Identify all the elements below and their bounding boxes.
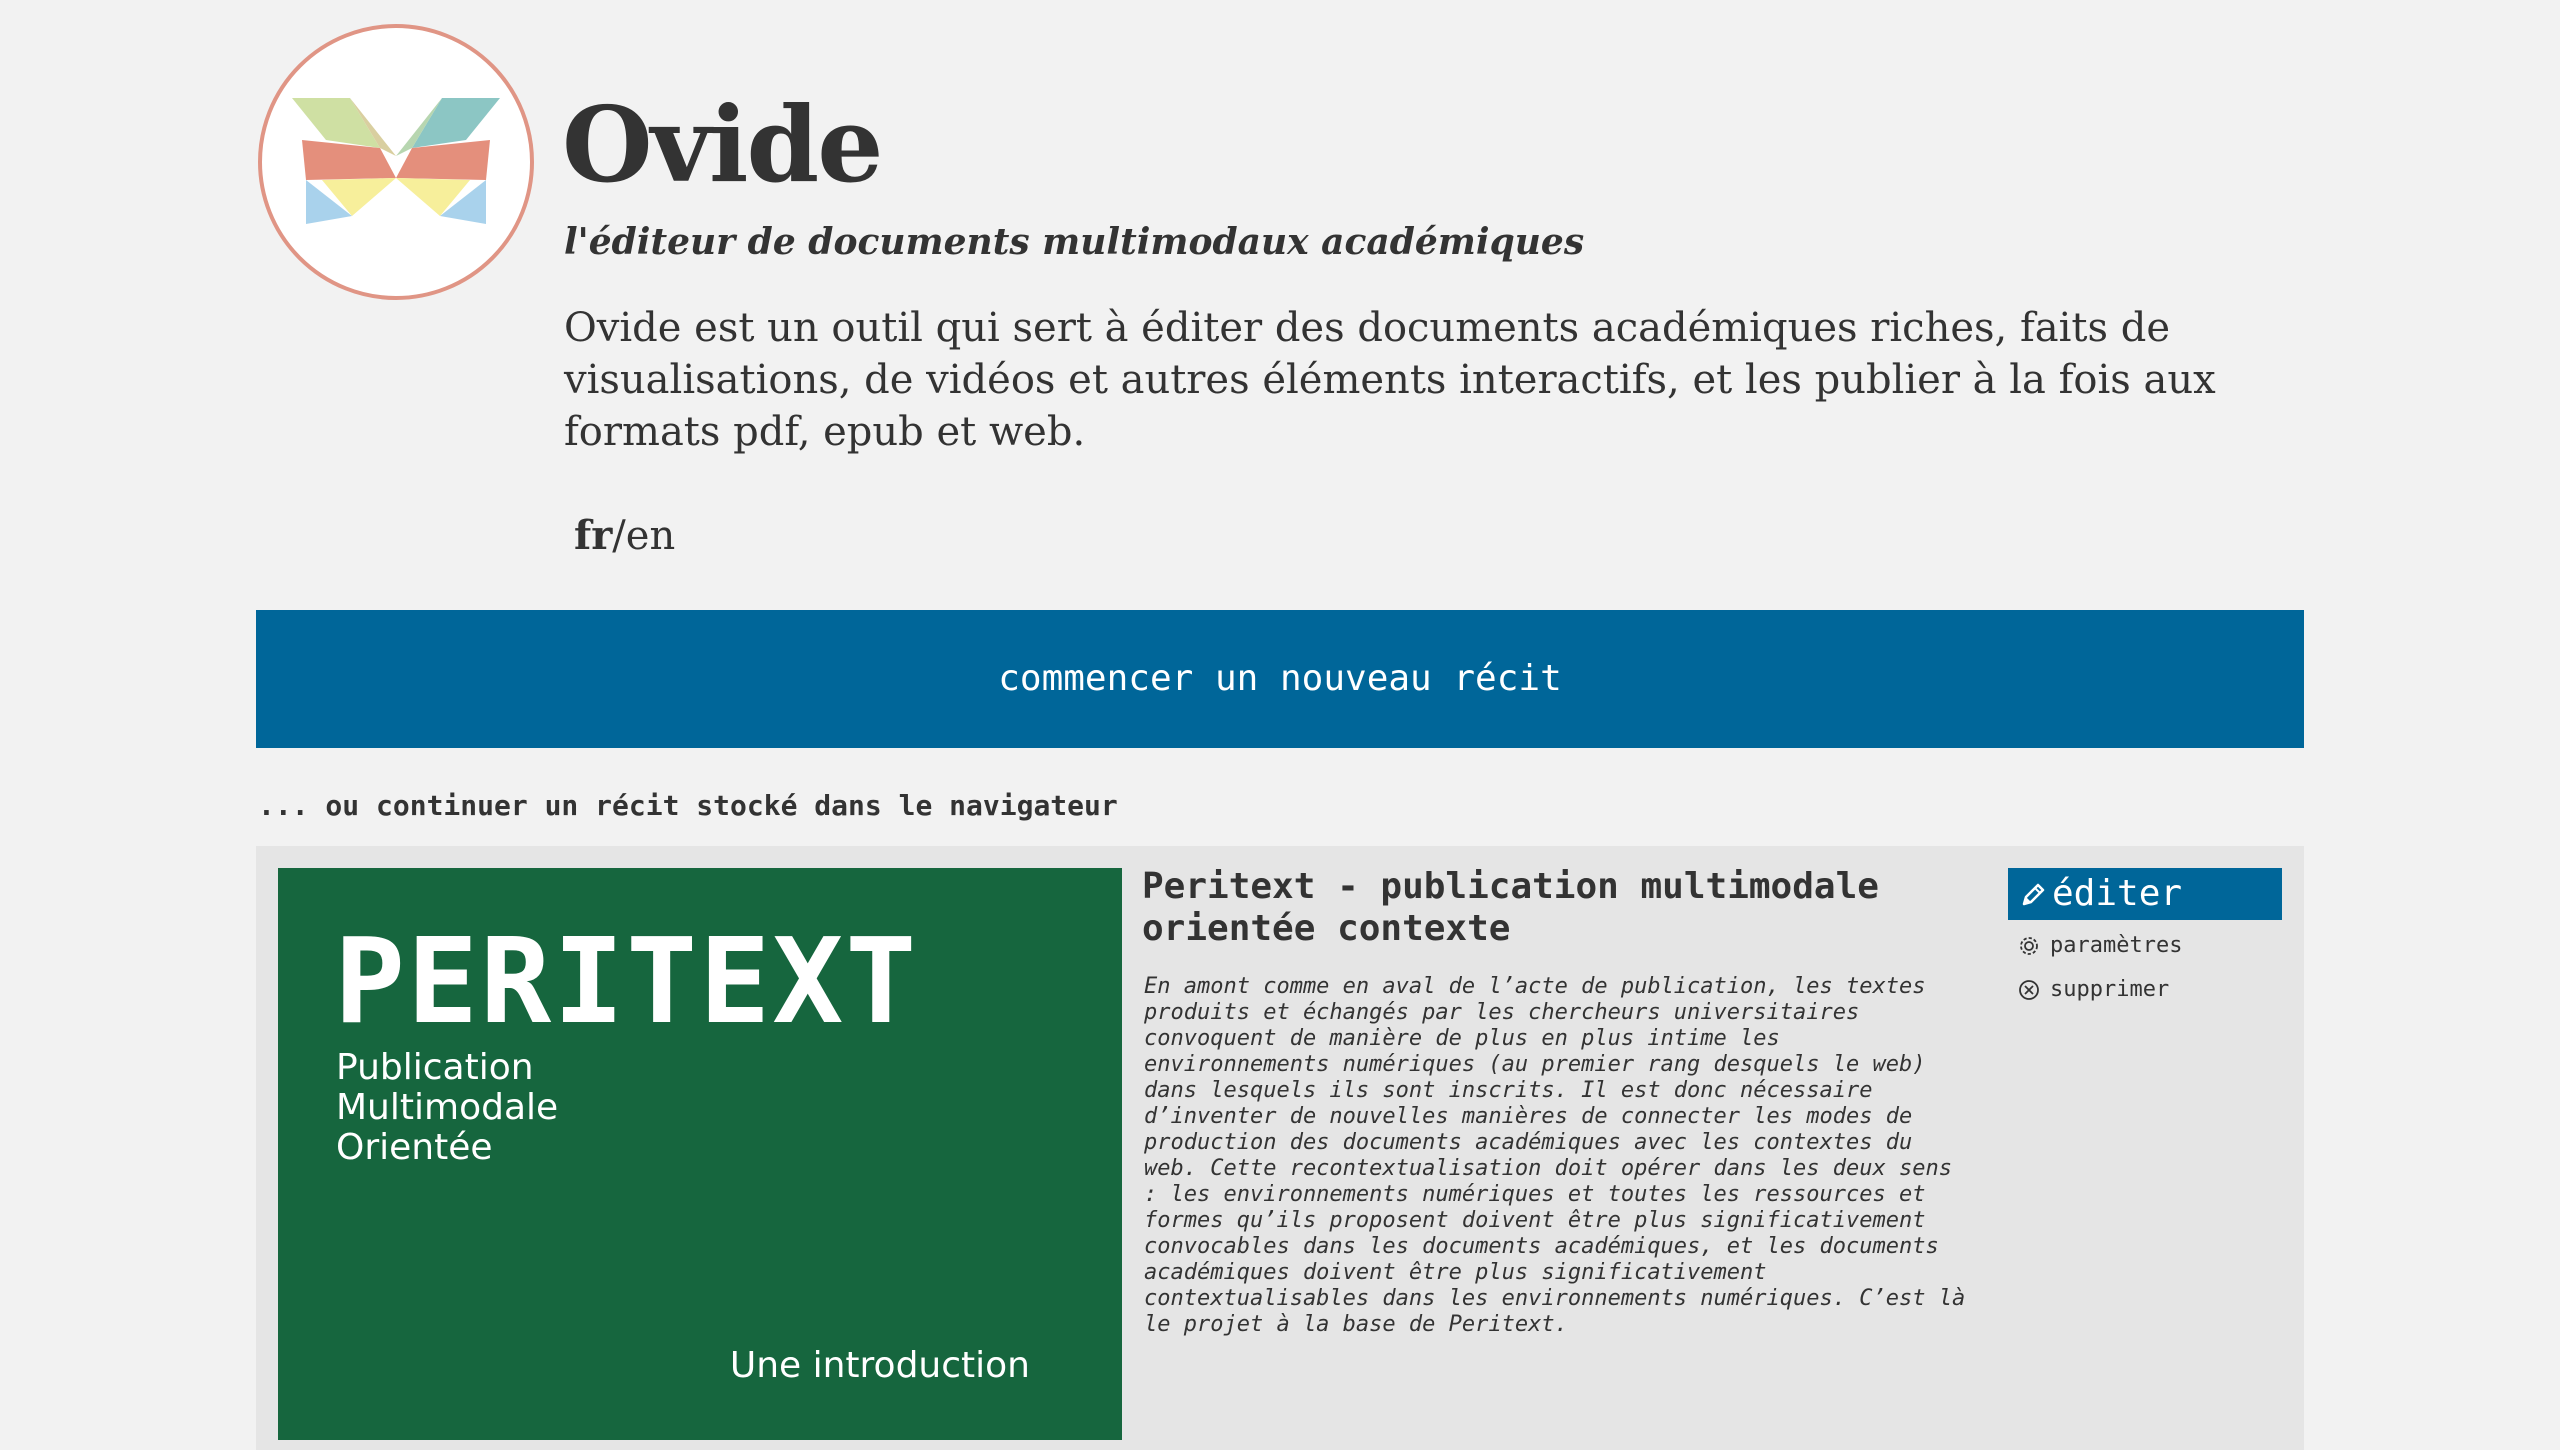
language-switch: fr/en	[574, 506, 675, 566]
cover-subtitle-line: Multimodale	[336, 1087, 559, 1128]
circle-x-icon	[2019, 980, 2039, 1000]
settings-button[interactable]: paramètres	[2008, 928, 2282, 964]
edit-button-label: éditer	[2052, 873, 2183, 914]
edit-button[interactable]: éditer	[2008, 868, 2282, 920]
delete-button-label: supprimer	[2050, 977, 2170, 1002]
gear-icon	[2020, 937, 2038, 955]
story-title[interactable]: Peritext - publication multimodale orien…	[1142, 866, 2022, 950]
cover-subtitle: Publication Multimodale Orientée	[336, 1048, 558, 1168]
app-description: Ovide est un outil qui sert à éditer des…	[564, 305, 2216, 455]
language-separator: /	[612, 513, 626, 559]
cover-subtitle-line: Publication	[336, 1047, 534, 1088]
delete-button[interactable]: supprimer	[2008, 972, 2282, 1008]
language-en-link[interactable]: en	[626, 513, 675, 559]
app-title: Ovide	[562, 83, 883, 206]
settings-button-label: paramètres	[2050, 933, 2183, 958]
cover-brand: PERITEXT	[334, 912, 919, 1050]
logo	[258, 24, 534, 300]
story-cover-image[interactable]: PERITEXT Publication Multimodale Orienté…	[278, 868, 1122, 1440]
cover-subtitle-line: Orientée	[336, 1127, 493, 1168]
continue-story-label: ... ou continuer un récit stocké dans le…	[258, 789, 1118, 822]
butterfly-logo-icon	[292, 98, 500, 224]
story-actions: éditer paramètres supprimer	[2008, 868, 2282, 1008]
story-card: PERITEXT Publication Multimodale Orienté…	[256, 846, 2304, 1450]
app-tagline: l'éditeur de documents multimodaux acadé…	[564, 221, 1585, 263]
cover-intro: Une introduction	[729, 1345, 1030, 1386]
page: Ovide l'éditeur de documents multimodaux…	[0, 0, 2560, 1450]
story-abstract: En amont comme en aval de l’acte de publ…	[1144, 974, 1966, 1337]
language-fr-link[interactable]: fr	[574, 512, 612, 559]
pencil-icon	[2022, 883, 2045, 906]
start-new-story-button[interactable]: commencer un nouveau récit	[256, 610, 2304, 748]
